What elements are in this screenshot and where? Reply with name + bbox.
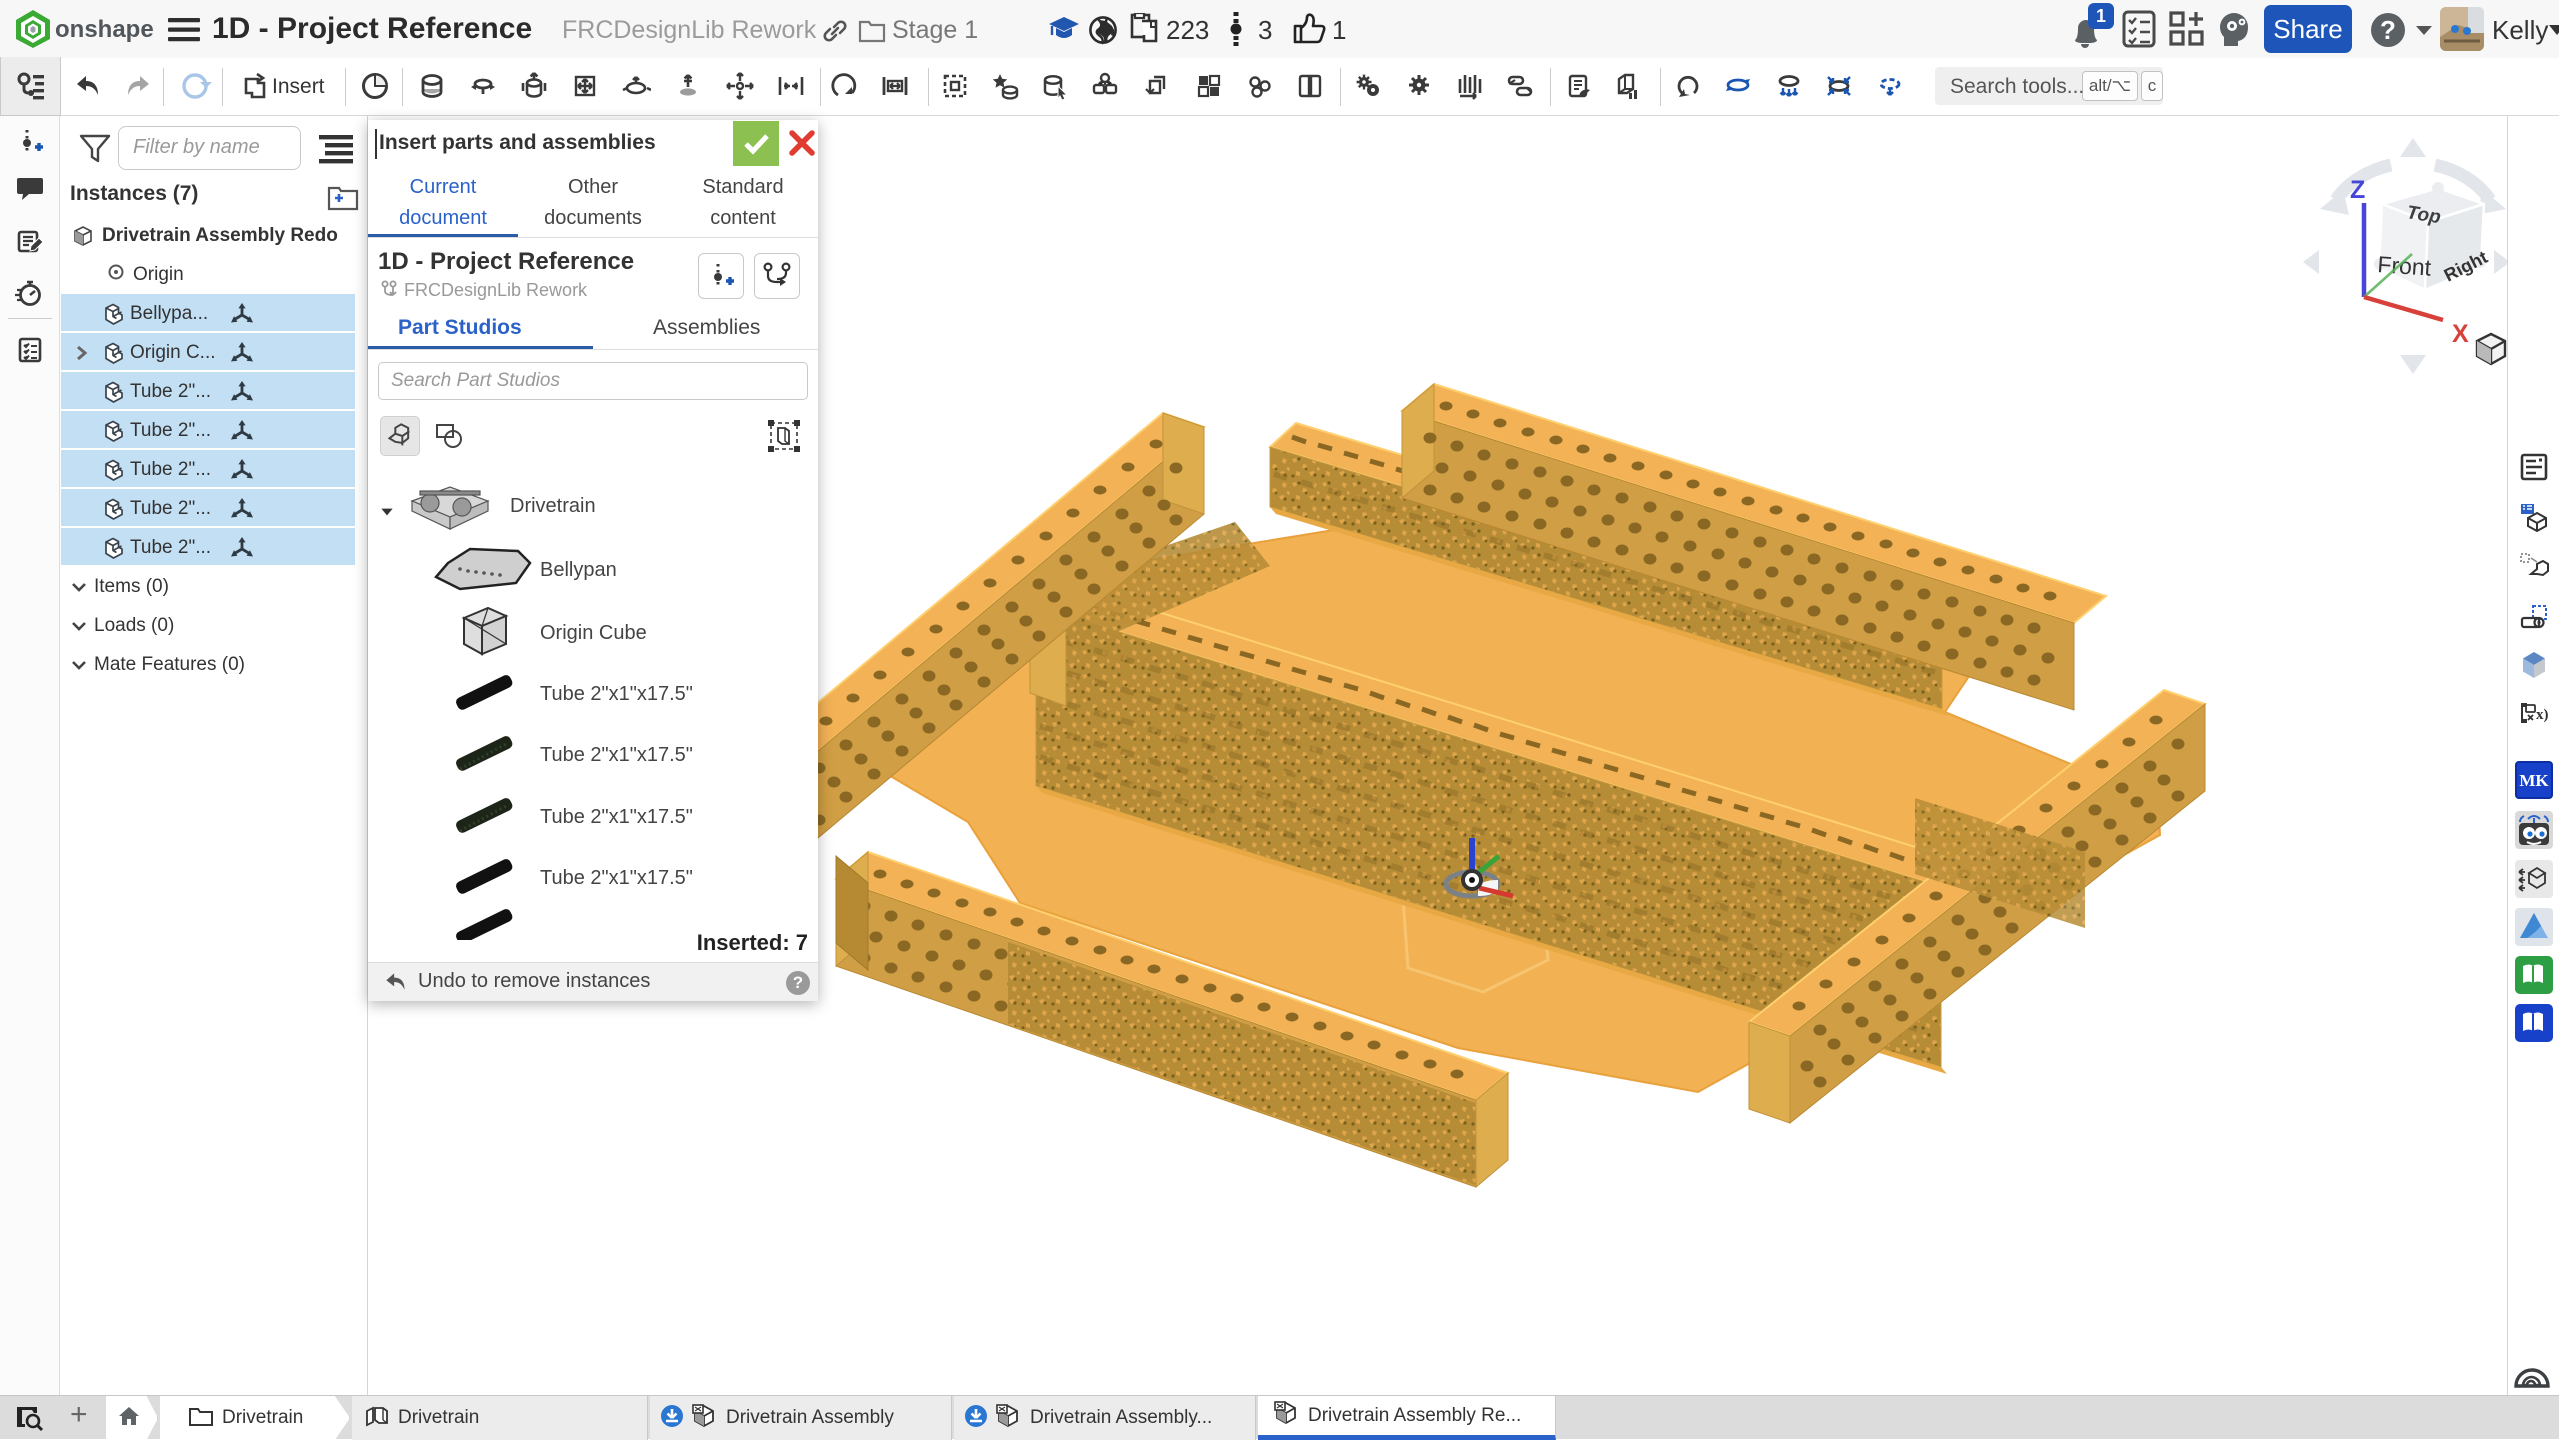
svg-text:Z: Z: [2350, 176, 2365, 204]
svg-text:Front: Front: [2377, 251, 2433, 281]
svg-text:?: ?: [2380, 15, 2396, 45]
svg-text:onshape: onshape: [55, 16, 154, 43]
svg-text:X: X: [2452, 320, 2469, 348]
svg-text:x): x): [2536, 707, 2549, 723]
